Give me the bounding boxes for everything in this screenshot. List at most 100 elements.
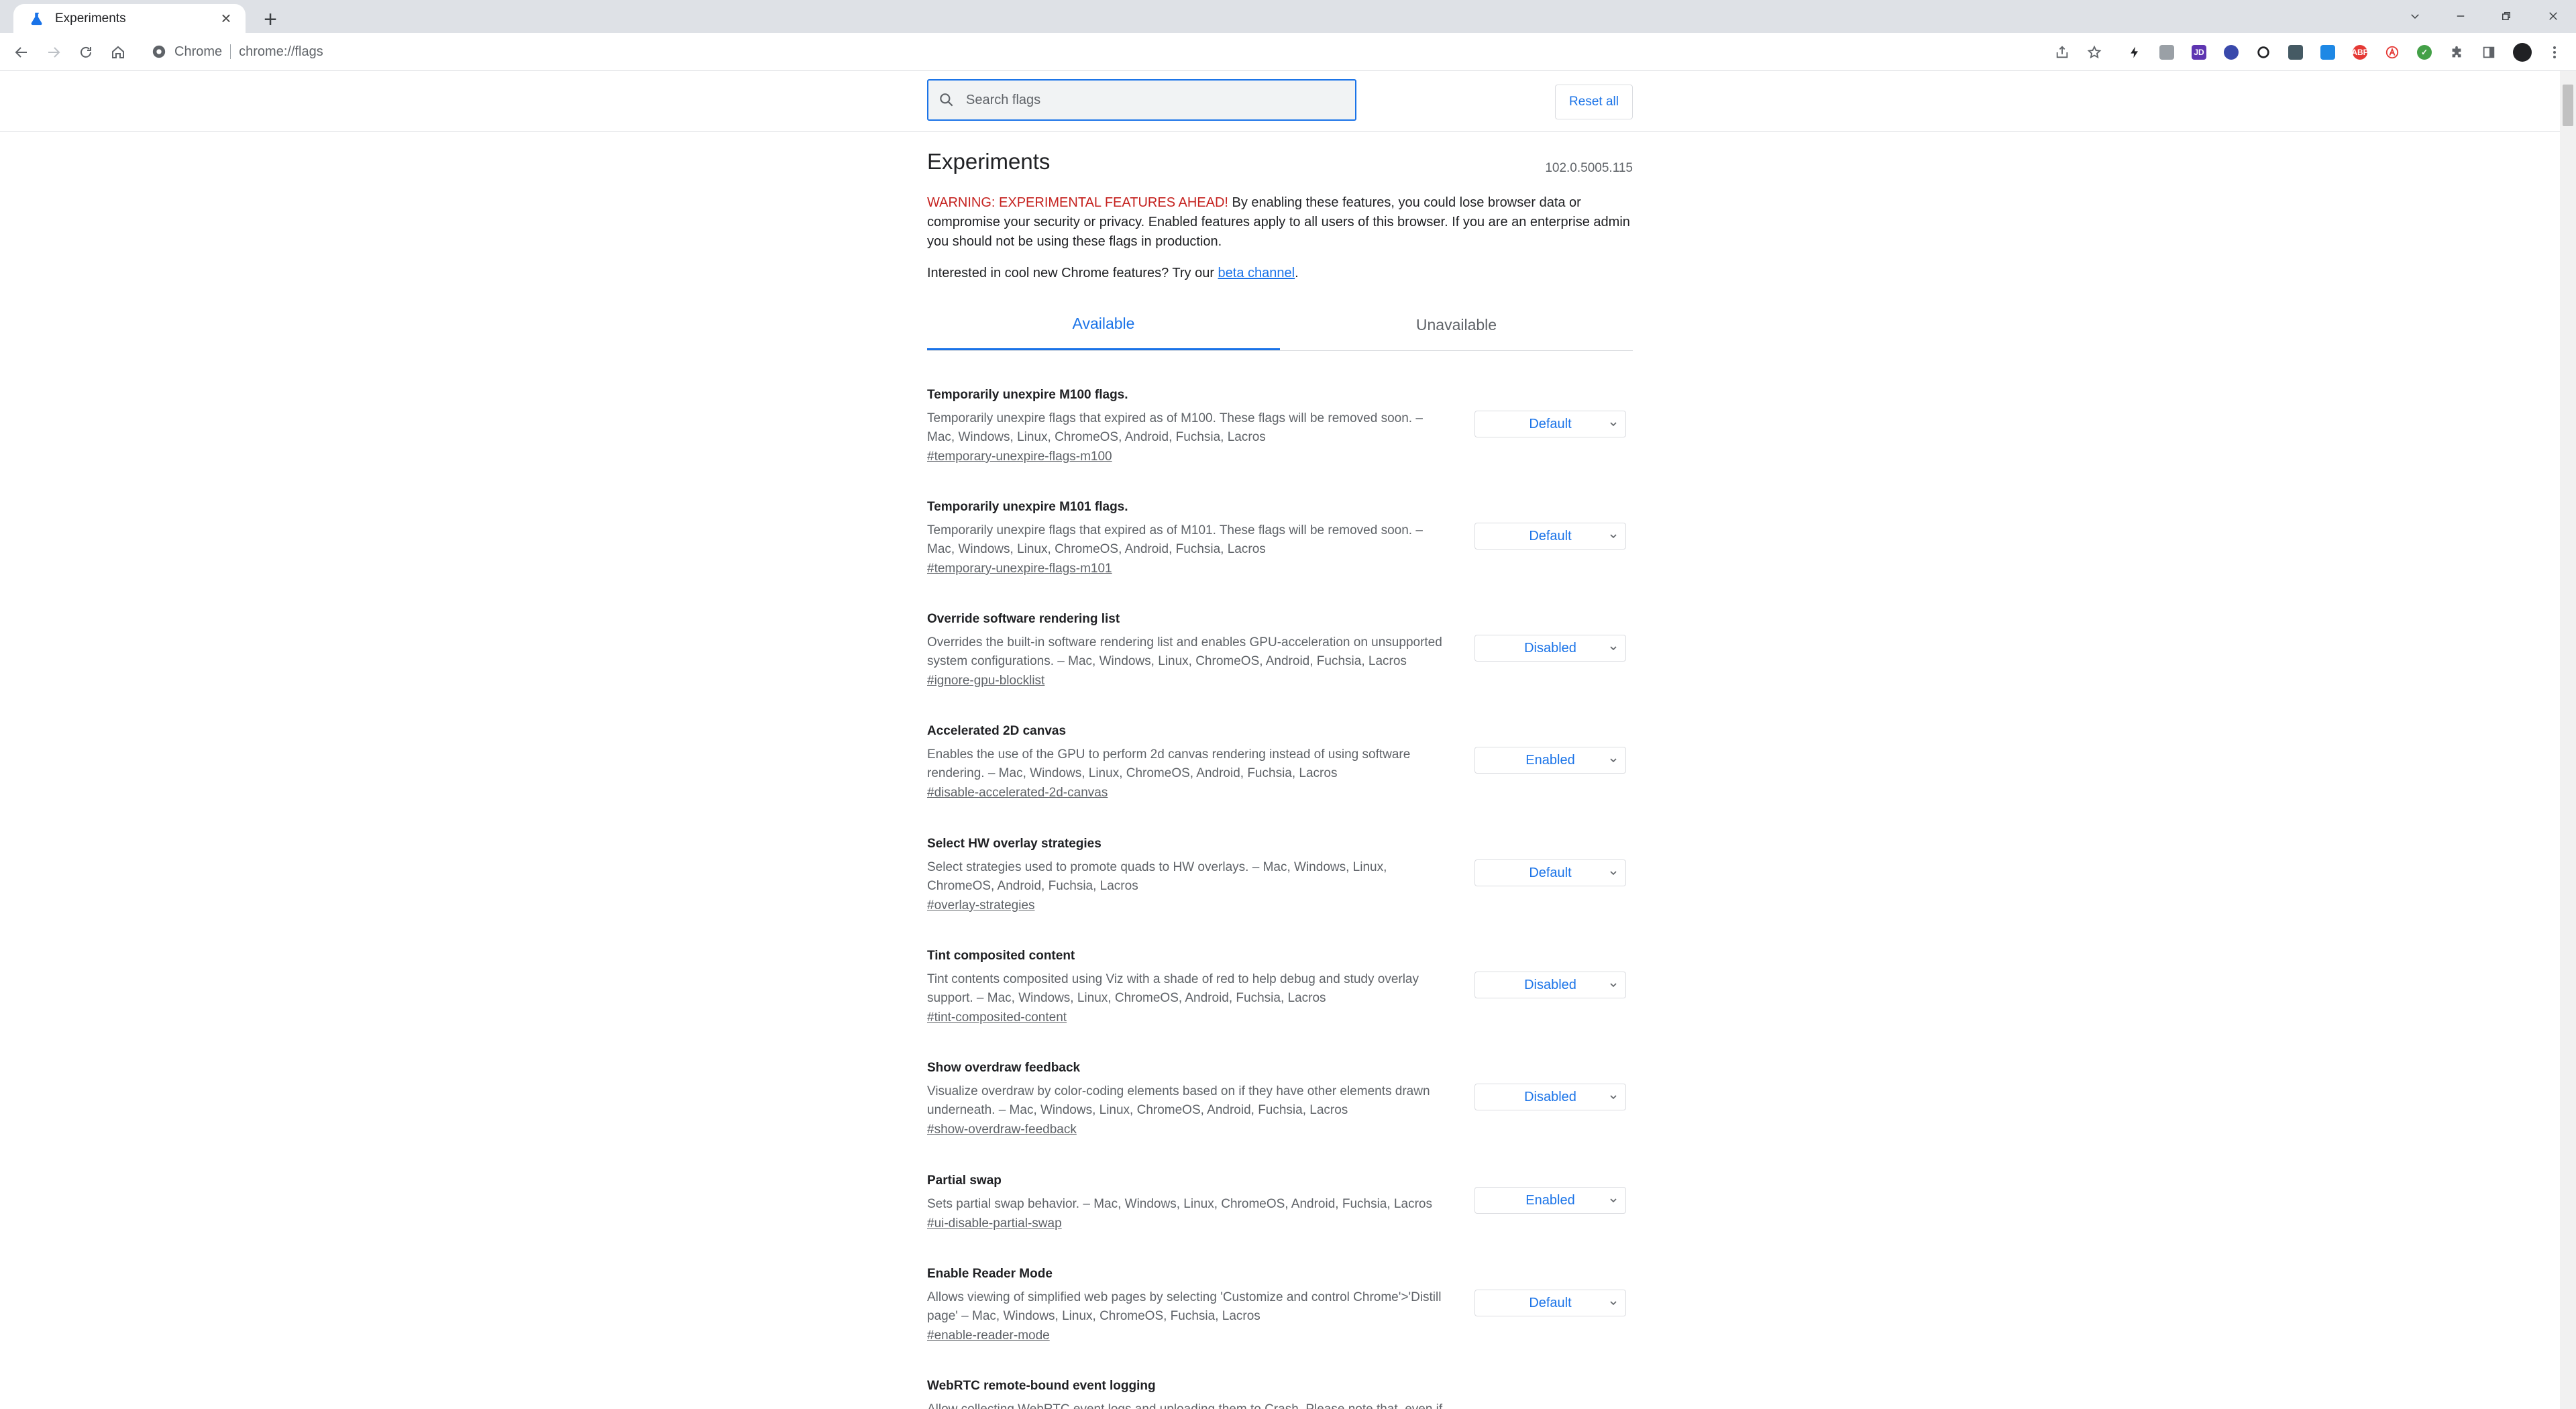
experiment-anchor-link[interactable]: #temporary-unexpire-flags-m101 — [927, 562, 1112, 576]
scrollbar-thumb[interactable] — [2563, 85, 2573, 126]
chart-extension-icon[interactable] — [2317, 42, 2339, 63]
experiment-name: Enable Reader Mode — [927, 1267, 1053, 1281]
kebab-menu-icon[interactable] — [2544, 42, 2565, 63]
warning-prefix: WARNING: EXPERIMENTAL FEATURES AHEAD! — [927, 195, 1228, 210]
experiment-select-value: Enabled — [1525, 1192, 1575, 1208]
red-a-extension-icon[interactable] — [2381, 42, 2403, 63]
window-close-icon[interactable] — [2533, 4, 2573, 28]
experiment-name: Accelerated 2D canvas — [927, 724, 1067, 738]
green-check-extension-icon[interactable]: ✓ — [2414, 42, 2435, 63]
experiment-select-value: Disabled — [1524, 1089, 1576, 1104]
experiment-name: Partial swap — [927, 1173, 1002, 1188]
experiment-select-value: Default — [1529, 1295, 1572, 1310]
badge-extension-icon[interactable] — [2285, 42, 2306, 63]
chevron-down-icon — [1608, 1090, 1619, 1108]
gray-extension-icon[interactable] — [2156, 42, 2178, 63]
experiment-description: Visualize overdraw by color-coding eleme… — [927, 1084, 1430, 1117]
chevron-down-icon — [1608, 529, 1619, 547]
chevron-down-icon[interactable] — [2395, 4, 2435, 28]
share-icon[interactable] — [2051, 42, 2073, 63]
minimize-icon[interactable] — [2440, 4, 2481, 28]
experiment-select[interactable]: Disabled — [1474, 1084, 1626, 1110]
experiment-name: Select HW overlay strategies — [927, 837, 1102, 851]
experiment-item: WebRTC remote-bound event logging Allow … — [927, 1379, 1633, 1409]
experiment-select-value: Default — [1529, 865, 1572, 880]
beta-promo: Interested in cool new Chrome features? … — [927, 266, 1299, 281]
experiment-anchor-link[interactable]: #overlay-strategies — [927, 898, 1035, 913]
chevron-down-icon — [1608, 866, 1619, 884]
experiment-item: Temporarily unexpire M100 flags. Tempora… — [927, 388, 1633, 488]
tab-available[interactable]: Available — [927, 299, 1280, 350]
tab-bar: Available Unavailable — [927, 299, 1633, 351]
experiment-name: WebRTC remote-bound event logging — [927, 1379, 1156, 1393]
experiment-select-value: Enabled — [1525, 752, 1575, 768]
side-panel-icon[interactable] — [2478, 42, 2500, 63]
beta-channel-link[interactable]: beta channel — [1218, 266, 1295, 280]
browser-toolbar: Chrome chrome://flags JD ABP ✓ — [0, 33, 2576, 71]
version-label: 102.0.5005.115 — [1545, 161, 1633, 175]
warning-text: WARNING: EXPERIMENTAL FEATURES AHEAD! By… — [927, 193, 1633, 252]
url-text[interactable]: chrome://flags — [239, 44, 323, 60]
experiment-anchor-link[interactable]: #temporary-unexpire-flags-m100 — [927, 450, 1112, 464]
experiment-select-value: Default — [1529, 416, 1572, 431]
beta-suffix: . — [1295, 266, 1299, 280]
reload-icon[interactable] — [74, 40, 98, 64]
experiment-select[interactable]: Disabled — [1474, 972, 1626, 998]
address-bar[interactable]: Chrome chrome://flags — [141, 38, 2153, 65]
home-icon[interactable] — [106, 40, 130, 64]
tab-unavailable[interactable]: Unavailable — [1280, 299, 1633, 350]
experiment-anchor-link[interactable]: #enable-reader-mode — [927, 1328, 1050, 1343]
tab-title: Experiments — [55, 11, 126, 25]
experiment-select[interactable]: Default — [1474, 859, 1626, 886]
browser-tab-experiments[interactable]: Experiments × — [13, 4, 246, 33]
site-label: Chrome — [174, 44, 223, 59]
experiment-anchor-link[interactable]: #tint-composited-content — [927, 1010, 1067, 1025]
experiment-select-value: Disabled — [1524, 640, 1576, 656]
experiment-select[interactable]: Enabled — [1474, 747, 1626, 774]
purple-extension-icon[interactable]: JD — [2188, 42, 2210, 63]
close-icon[interactable]: × — [216, 8, 236, 29]
experiment-anchor-link[interactable]: #ignore-gpu-blocklist — [927, 674, 1044, 688]
experiment-name: Override software rendering list — [927, 612, 1120, 626]
experiment-select[interactable]: Enabled — [1474, 1187, 1626, 1214]
experiment-anchor-link[interactable]: #disable-accelerated-2d-canvas — [927, 786, 1108, 800]
reset-all-button[interactable]: Reset all — [1555, 85, 1633, 119]
experiment-item: Tint composited content Tint contents co… — [927, 949, 1633, 1049]
puzzle-icon[interactable] — [2446, 42, 2467, 63]
avatar[interactable] — [2512, 42, 2533, 63]
experiment-description: Temporarily unexpire flags that expired … — [927, 523, 1423, 556]
experiment-select-value: Disabled — [1524, 977, 1576, 992]
experiment-description: Temporarily unexpire flags that expired … — [927, 411, 1423, 444]
blue-circle-extension-icon[interactable] — [2220, 42, 2242, 63]
back-arrow-icon[interactable] — [9, 40, 34, 64]
star-icon[interactable] — [2084, 42, 2105, 63]
experiment-anchor-link[interactable]: #show-overdraw-feedback — [927, 1123, 1077, 1137]
experiment-item: Accelerated 2D canvas Enables the use of… — [927, 724, 1633, 825]
site-chip[interactable]: Chrome — [152, 44, 222, 60]
title-row: Experiments 102.0.5005.115 — [927, 149, 1633, 175]
experiment-item: Override software rendering list Overrid… — [927, 612, 1633, 713]
experiment-name: Show overdraw feedback — [927, 1061, 1081, 1075]
search-box[interactable] — [927, 79, 1356, 121]
page-scrollbar[interactable] — [2560, 71, 2576, 1409]
experiment-select[interactable]: Default — [1474, 523, 1626, 550]
sync-extension-icon[interactable] — [2253, 42, 2274, 63]
lightning-extension-icon[interactable] — [2124, 42, 2145, 63]
search-icon — [938, 91, 955, 109]
omnibox-divider — [230, 44, 231, 59]
experiment-item: Partial swap Sets partial swap behavior.… — [927, 1173, 1633, 1274]
experiment-anchor-link[interactable]: #ui-disable-partial-swap — [927, 1216, 1062, 1231]
flask-icon — [28, 10, 46, 28]
experiment-name: Tint composited content — [927, 949, 1075, 963]
experiment-select[interactable]: Default — [1474, 1290, 1626, 1316]
chevron-down-icon — [1608, 641, 1619, 659]
experiment-select[interactable]: Disabled — [1474, 635, 1626, 662]
search-input[interactable] — [965, 91, 1343, 109]
experiment-select[interactable]: Default — [1474, 411, 1626, 437]
restore-icon[interactable] — [2486, 4, 2526, 28]
forward-arrow-icon[interactable] — [42, 40, 66, 64]
plus-icon[interactable]: + — [258, 7, 283, 32]
experiment-description: Tint contents composited using Viz with … — [927, 972, 1419, 1005]
adblock-extension-icon[interactable]: ABP — [2349, 42, 2371, 63]
chevron-down-icon — [1608, 753, 1619, 771]
